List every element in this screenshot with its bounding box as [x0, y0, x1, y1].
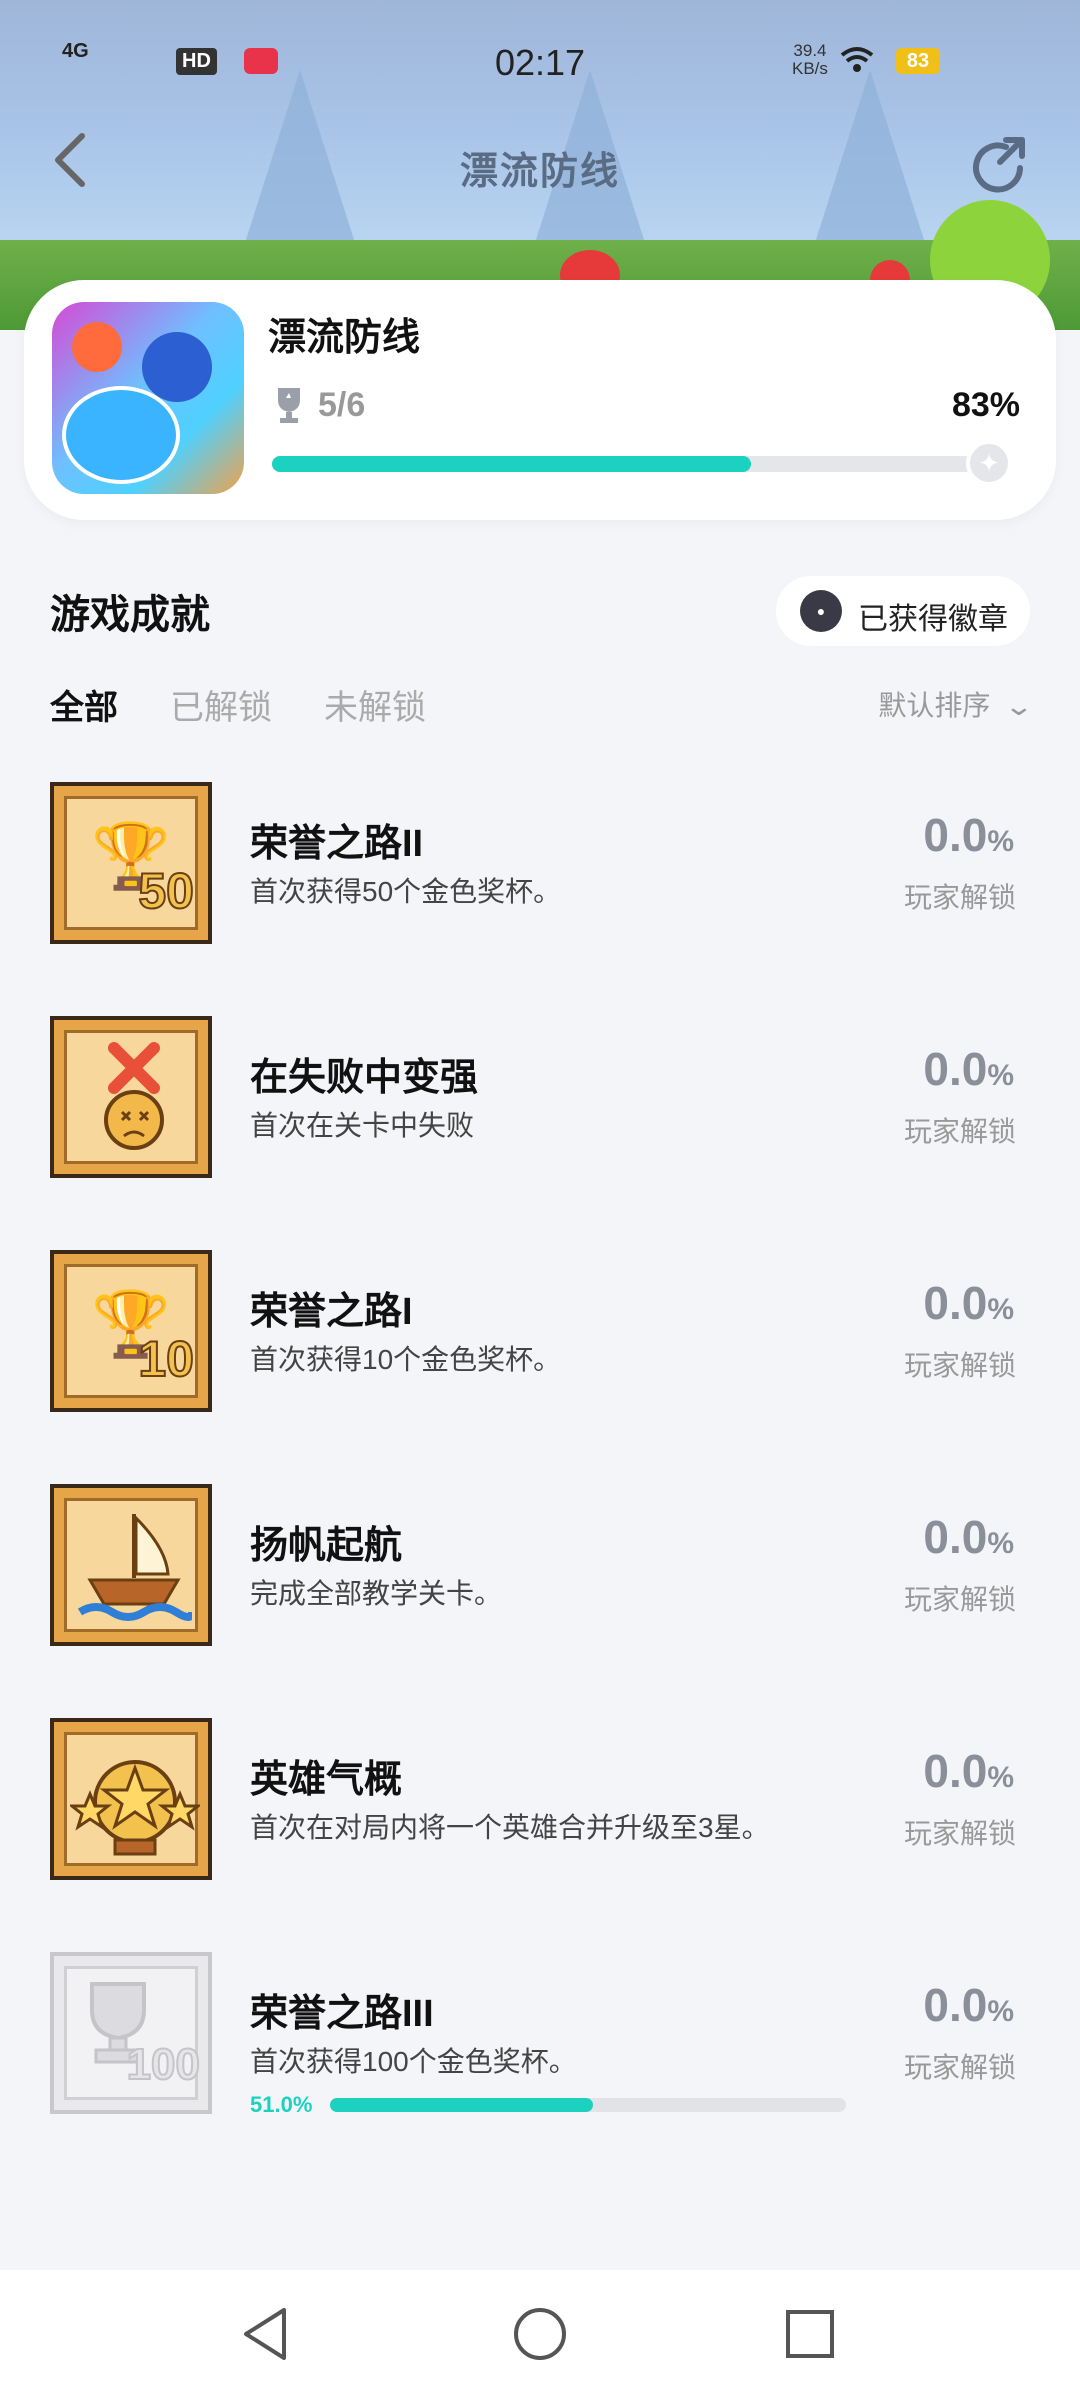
- tab-locked[interactable]: 未解锁: [324, 680, 426, 729]
- achievement-item[interactable]: 英雄气概 首次在对局内将一个英雄合并升级至3星。 0.0% 玩家解锁: [0, 1718, 1080, 1898]
- unlock-rate: 0.0%: [923, 1277, 1014, 1329]
- game-summary-card: [24, 280, 1056, 520]
- achievement-description: 首次获得100个金色奖杯。: [250, 2046, 577, 2077]
- unlock-rate: 0.0%: [923, 1979, 1014, 2031]
- achievement-description: 完成全部教学关卡。: [250, 1578, 503, 1609]
- game-name: 漂流防线: [268, 317, 421, 359]
- unlock-rate-label: 玩家解锁: [903, 1584, 1016, 1615]
- achievement-item[interactable]: 在失败中变强 首次在关卡中失败 0.0% 玩家解锁: [0, 1016, 1080, 1196]
- trophy-icon: [272, 386, 306, 426]
- achievement-progress-bar: [330, 2098, 846, 2112]
- achievement-title: 在失败中变强: [250, 1057, 479, 1099]
- unlock-rate-label: 玩家解锁: [903, 1818, 1016, 1849]
- trophy-10-icon: 🏆 10: [50, 1250, 212, 1412]
- chevron-down-icon: ⌄: [1003, 691, 1035, 721]
- achievement-description: 首次获得10个金色奖杯。: [250, 1344, 562, 1375]
- dizzy-face-icon: [50, 1016, 212, 1178]
- nav-back-icon[interactable]: [236, 2304, 296, 2364]
- nav-recents-icon[interactable]: [780, 2304, 840, 2364]
- status-bar: 4G HD 02:17 39.4 KB/s 83: [0, 0, 1080, 120]
- achievement-item[interactable]: 扬帆起航 完成全部教学关卡。 0.0% 玩家解锁: [0, 1484, 1080, 1664]
- wifi-icon: [840, 46, 874, 82]
- section-title: 游戏成就: [50, 593, 210, 637]
- achievement-item[interactable]: 100 荣誉之路III 首次获得100个金色奖杯。 0.0% 玩家解锁 51.0…: [0, 1952, 1080, 2132]
- badge-number: 10: [137, 1330, 195, 1388]
- achievement-title: 扬帆起航: [250, 1525, 403, 1567]
- unlock-rate-label: 玩家解锁: [903, 1116, 1016, 1147]
- achievement-title: 英雄气概: [250, 1759, 403, 1801]
- earned-badges-button[interactable]: ● 已获得徽章: [776, 576, 1030, 646]
- sailboat-icon: [50, 1484, 212, 1646]
- unlock-rate: 0.0%: [923, 809, 1014, 861]
- achievement-item[interactable]: 🏆 50 荣誉之路II 首次获得50个金色奖杯。 0.0% 玩家解锁: [0, 782, 1080, 962]
- tab-all[interactable]: 全部: [50, 680, 118, 729]
- unlock-rate-label: 玩家解锁: [903, 882, 1016, 913]
- badge-number: 100: [126, 2039, 201, 2090]
- badge-number: 50: [137, 862, 195, 920]
- achievement-progress-fill: [330, 2098, 594, 2112]
- unlock-rate: 0.0%: [923, 1043, 1014, 1095]
- achievement-title: 荣誉之路III: [250, 1993, 434, 2035]
- sort-dropdown[interactable]: 默认排序 ⌄: [878, 684, 1034, 724]
- trophy-100-icon: 100: [50, 1952, 212, 2114]
- completion-progress-bar: [272, 456, 1012, 472]
- system-navigation-bar: [0, 2270, 1080, 2400]
- badge-avatar-icon: ●: [800, 590, 842, 632]
- unlock-rate: 0.0%: [923, 1745, 1014, 1797]
- unlock-rate-label: 玩家解锁: [903, 2052, 1016, 2083]
- unlock-rate-label: 玩家解锁: [903, 1350, 1016, 1381]
- game-icon[interactable]: [52, 302, 244, 494]
- trophy-50-icon: 🏆 50: [50, 782, 212, 944]
- network-speed: 39.4 KB/s: [792, 41, 828, 78]
- three-stars-icon: [50, 1718, 212, 1880]
- earned-badges-label: 已获得徽章: [858, 603, 1008, 636]
- achievement-count: 5/6: [318, 386, 366, 424]
- tab-unlocked[interactable]: 已解锁: [170, 680, 272, 729]
- share-icon[interactable]: [966, 136, 1030, 200]
- battery-indicator: 83: [896, 48, 940, 74]
- sort-label: 默认排序: [878, 690, 991, 721]
- progress-end-star-icon: ✦: [966, 440, 1012, 486]
- achievement-item[interactable]: 🏆 10 荣誉之路I 首次获得10个金色奖杯。 0.0% 玩家解锁: [0, 1250, 1080, 1430]
- unlock-rate: 0.0%: [923, 1511, 1014, 1563]
- page-title: 漂流防线: [459, 151, 620, 193]
- nav-home-icon[interactable]: [510, 2304, 570, 2364]
- achievement-description: 首次获得50个金色奖杯。: [250, 876, 562, 907]
- completion-percent: 83%: [951, 386, 1020, 424]
- achievement-description: 首次在对局内将一个英雄合并升级至3星。: [250, 1812, 770, 1843]
- completion-progress-fill: [272, 456, 752, 472]
- achievement-title: 荣誉之路II: [250, 823, 424, 865]
- achievement-description: 首次在关卡中失败: [250, 1110, 475, 1141]
- achievement-progress-label: 51.0%: [250, 2092, 313, 2117]
- achievement-title: 荣誉之路I: [250, 1291, 413, 1333]
